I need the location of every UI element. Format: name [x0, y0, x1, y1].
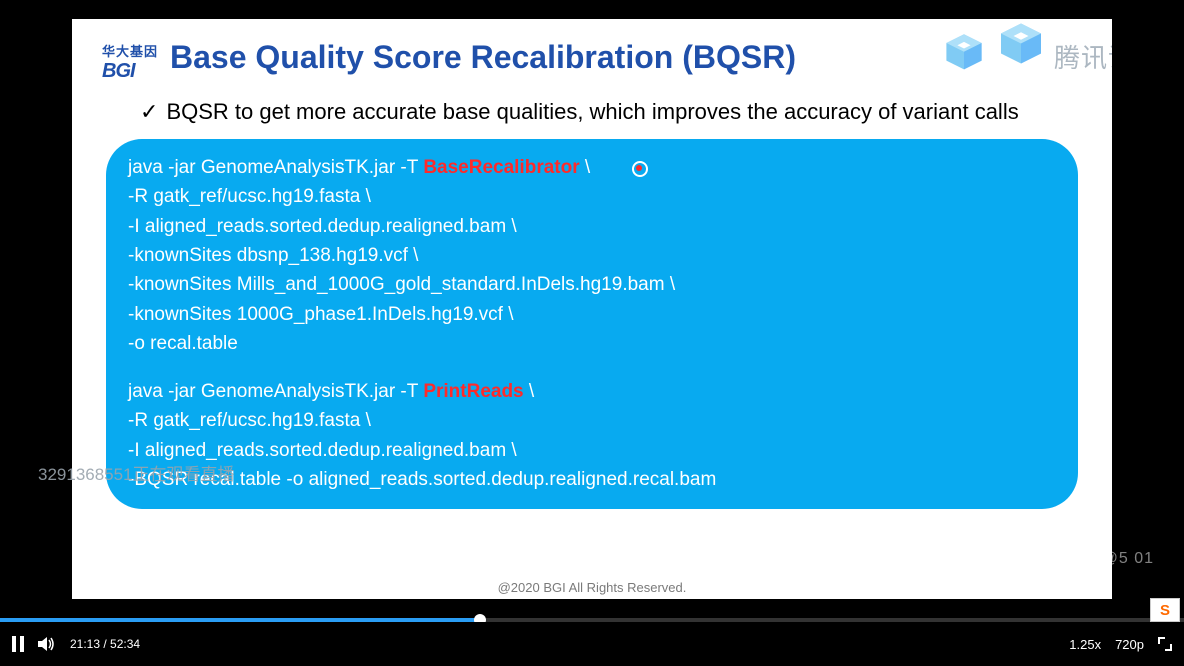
code-line: -R gatk_ref/ucsc.hg19.fasta \ — [128, 182, 1056, 211]
cube-icon — [996, 21, 1046, 76]
user-id-watermark: @5 01 — [1102, 550, 1154, 568]
pause-icon — [12, 636, 24, 652]
bgi-logo-en: BGI — [102, 60, 135, 83]
fullscreen-button[interactable] — [1158, 637, 1172, 651]
code-line: -I aligned_reads.sorted.dedup.realigned.… — [128, 436, 1056, 465]
code-line: -I aligned_reads.sorted.dedup.realigned.… — [128, 212, 1056, 241]
slide: 腾讯课堂 华大基因 BGI Base Quality Score Recalib… — [72, 19, 1112, 599]
highlight-tool: PrintReads — [423, 381, 523, 402]
code-line: -BQSR recal.table -o aligned_reads.sorte… — [128, 465, 1056, 494]
slide-footer: @2020 BGI All Rights Reserved. — [72, 580, 1112, 595]
code-line: java -jar GenomeAnalysisTK.jar -T PrintR… — [128, 377, 1056, 406]
sogou-s-icon: S — [1160, 602, 1170, 619]
fullscreen-icon — [1158, 637, 1172, 651]
code-line: java -jar GenomeAnalysisTK.jar -T BaseRe… — [128, 153, 1056, 182]
player-controls: 21:13 / 52:34 1.25x 720p — [0, 622, 1184, 666]
slide-bullet: ✓ BQSR to get more accurate base qualitie… — [140, 97, 1082, 127]
code-block: java -jar GenomeAnalysisTK.jar -T BaseRe… — [106, 139, 1078, 509]
code-line: -knownSites 1000G_phase1.InDels.hg19.vcf… — [128, 300, 1056, 329]
viewer-watermark: 3291368551正在观看直播 — [38, 460, 235, 485]
code-line: -o recal.table — [128, 329, 1056, 358]
pause-button[interactable] — [12, 636, 24, 652]
volume-button[interactable] — [38, 636, 56, 652]
bgi-logo-cn: 华大基因 — [102, 41, 158, 60]
cube-icon — [942, 32, 986, 81]
highlight-tool: BaseRecalibrator — [423, 157, 579, 178]
laser-pointer-icon — [632, 161, 644, 173]
code-line: -R gatk_ref/ucsc.hg19.fasta \ — [128, 406, 1056, 435]
slide-title: Base Quality Score Recalibration (BQSR) — [170, 39, 796, 76]
code-line: -knownSites Mills_and_1000G_gold_standar… — [128, 270, 1056, 299]
bullet-text: BQSR to get more accurate base qualities… — [166, 99, 1018, 124]
ime-indicator[interactable]: S — [1150, 598, 1180, 622]
time-display: 21:13 / 52:34 — [70, 637, 140, 651]
video-area: 腾讯课堂 华大基因 BGI Base Quality Score Recalib… — [0, 0, 1184, 618]
quality-control[interactable]: 720p — [1115, 637, 1144, 652]
check-icon: ✓ — [140, 99, 158, 124]
speed-control[interactable]: 1.25x — [1069, 637, 1101, 652]
brand-text: 腾讯课堂 — [1054, 38, 1112, 75]
brand-watermark: 腾讯课堂 — [942, 29, 1112, 84]
slide-header: 华大基因 BGI Base Quality Score Recalibratio… — [102, 39, 1082, 83]
code-line: -knownSites dbsnp_138.hg19.vcf \ — [128, 241, 1056, 270]
bgi-logo: 华大基因 BGI — [102, 41, 158, 83]
